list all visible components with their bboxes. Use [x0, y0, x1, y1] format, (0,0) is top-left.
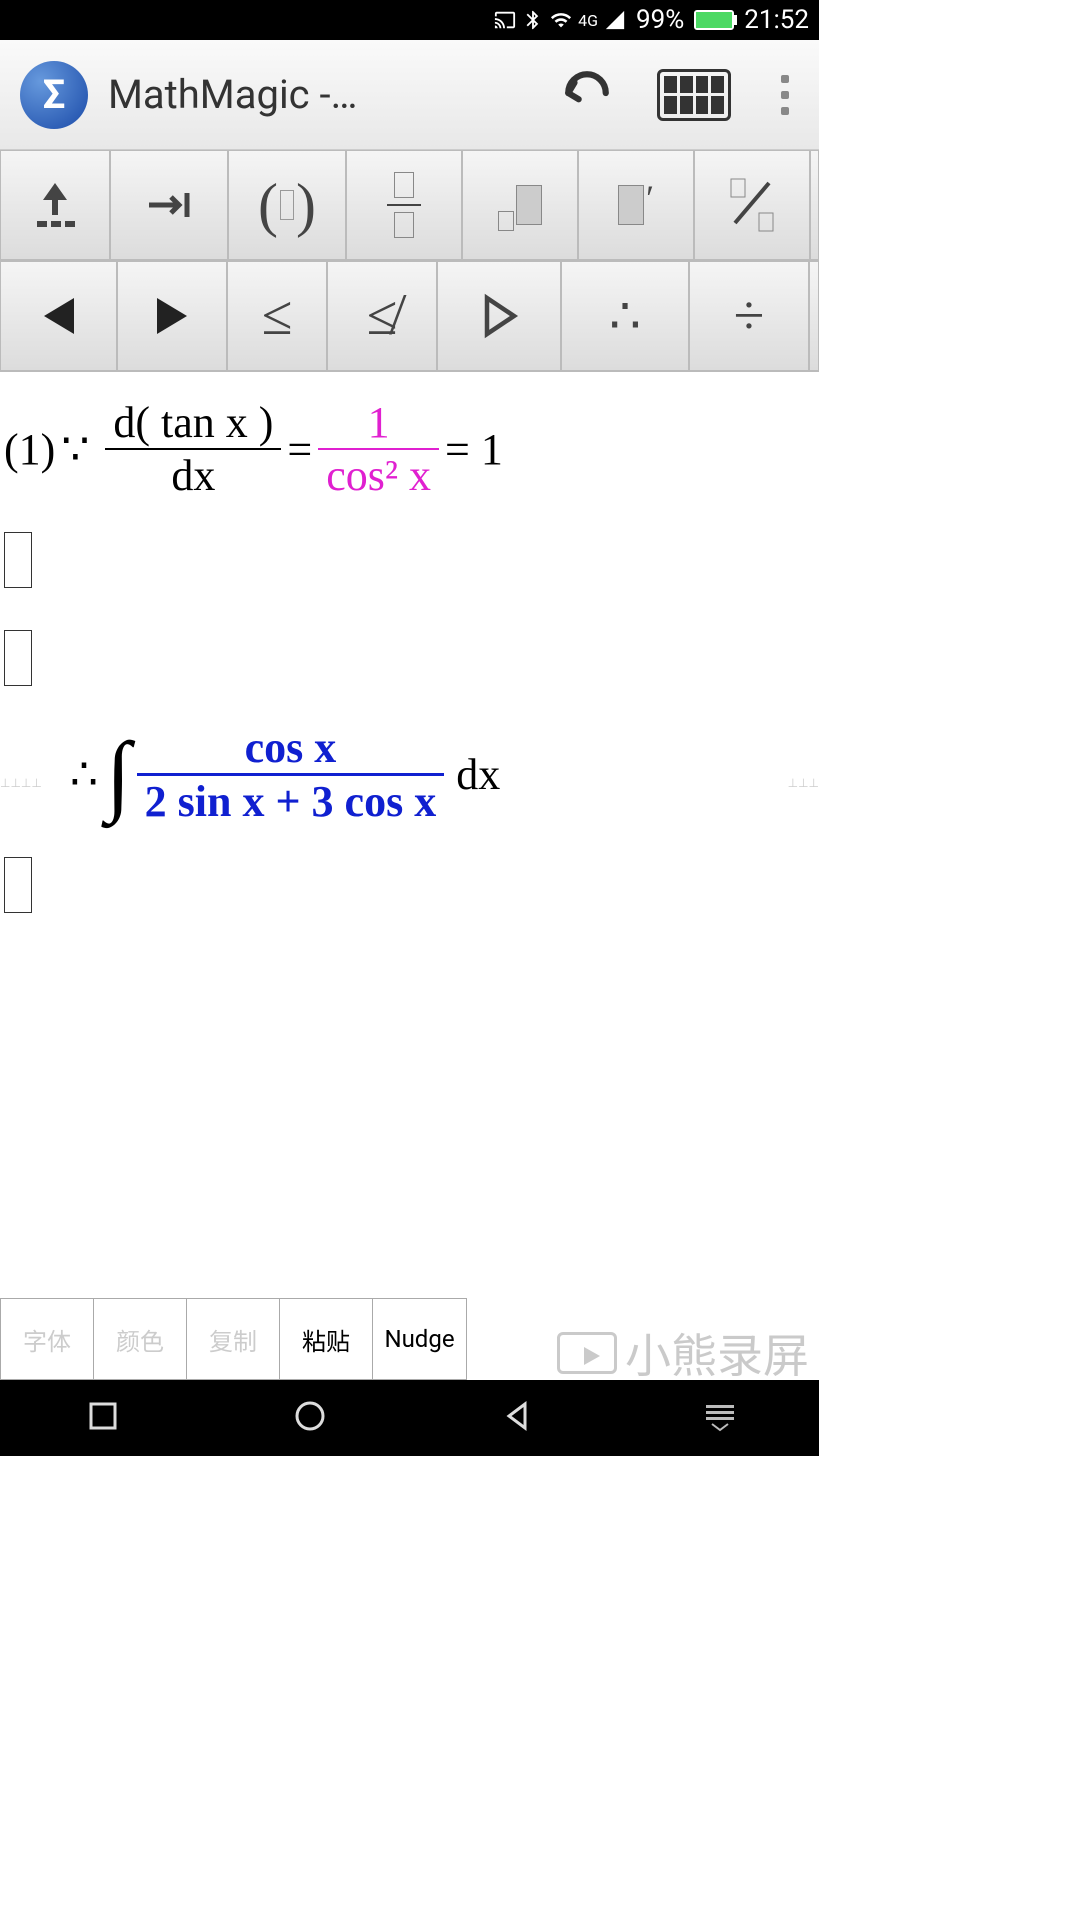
placeholder-box-3[interactable]: [4, 857, 32, 913]
integral-sign: ∫: [106, 723, 131, 826]
nav-home-button[interactable]: [292, 1398, 328, 1438]
eq1-fraction-1: d( tan x ) dx: [105, 397, 281, 501]
placeholder-box-1[interactable]: [4, 532, 32, 588]
nav-recents-button[interactable]: [85, 1398, 121, 1438]
app-bar: Σ MathMagic -…: [0, 40, 819, 150]
prime-button[interactable]: ′: [578, 150, 694, 260]
keyboard-button[interactable]: [657, 69, 731, 121]
fraction-button[interactable]: [346, 150, 462, 260]
bluetooth-icon: [522, 9, 544, 31]
nudge-button[interactable]: Nudge: [373, 1299, 466, 1379]
eq1-frac1-numerator: d( tan x ): [105, 397, 281, 448]
recorder-watermark: 小熊录屏: [557, 1320, 809, 1386]
next-button[interactable]: [117, 261, 227, 371]
battery-percent: 99%: [636, 5, 684, 35]
leq-button[interactable]: ≤: [227, 261, 327, 371]
equation-1: (1) ∵ d( tan x ) dx = 1 cos² x = 1: [0, 397, 819, 501]
open-triangle-button[interactable]: [437, 261, 561, 371]
placeholder-box-2[interactable]: [4, 630, 32, 686]
eq2-frac-numerator: cos x: [237, 722, 345, 773]
font-button: 字体: [1, 1299, 94, 1379]
toolbar-row-1: () ′: [0, 150, 819, 261]
parentheses-button[interactable]: (): [228, 150, 346, 260]
eq2-frac-denominator: 2 sin x + 3 cos x: [137, 776, 445, 827]
app-title: MathMagic -…: [108, 71, 557, 118]
equation-canvas[interactable]: (1) ∵ d( tan x ) dx = 1 cos² x = 1 ⊥⊥⊥⊥ …: [0, 372, 819, 1272]
battery-icon: [694, 10, 734, 30]
equation-2: ∴ ∫ cos x 2 sin x + 3 cos x dx: [0, 722, 819, 827]
overflow-menu-button[interactable]: [771, 75, 799, 115]
bottom-toolbar: 字体 颜色 复制 粘贴 Nudge: [0, 1298, 467, 1380]
nav-hide-button[interactable]: [706, 1405, 734, 1432]
therefore-button[interactable]: ∴: [561, 261, 689, 371]
app-logo: Σ: [20, 61, 88, 129]
equals-2: = 1: [445, 424, 503, 475]
nav-back-button[interactable]: [499, 1398, 535, 1438]
eq2-fraction: cos x 2 sin x + 3 cos x: [137, 722, 445, 827]
signal-icon: [604, 9, 626, 31]
tab-button[interactable]: [110, 150, 228, 260]
recorder-icon: [557, 1332, 617, 1374]
undo-button[interactable]: [557, 68, 617, 122]
not-leq-button[interactable]: ≰: [327, 261, 437, 371]
android-nav-bar: [0, 1380, 819, 1456]
toolbar-row-2: ≤ ≰ ∴ ÷: [0, 261, 819, 372]
equals-1: =: [287, 424, 312, 475]
shift-up-button[interactable]: [0, 150, 110, 260]
watermark-text: 小熊录屏: [625, 1320, 809, 1386]
status-icons: 4G: [494, 9, 626, 31]
toolbar-overflow-1[interactable]: [810, 150, 819, 260]
paste-button[interactable]: 粘贴: [280, 1299, 373, 1379]
status-bar: 4G 99% 21:52: [0, 0, 819, 40]
prev-button[interactable]: [0, 261, 117, 371]
eq1-frac2-numerator: 1: [360, 397, 398, 448]
subscript-left-button[interactable]: [462, 150, 578, 260]
color-button: 颜色: [94, 1299, 187, 1379]
eq2-dx: dx: [456, 749, 500, 800]
math-toolbar: () ′ ≤ ≰ ∴ ÷: [0, 150, 819, 372]
eq1-number: (1): [4, 424, 55, 475]
divide-button[interactable]: ÷: [689, 261, 809, 371]
clock-time: 21:52: [744, 5, 809, 35]
eq1-fraction-2: 1 cos² x: [318, 397, 439, 501]
because-symbol: ∵: [61, 424, 89, 475]
therefore-symbol: ∴: [70, 749, 98, 800]
cast-icon: [494, 9, 516, 31]
slash-fraction-button[interactable]: [694, 150, 810, 260]
eq1-frac1-denominator: dx: [163, 450, 223, 501]
wifi-icon: [550, 9, 572, 31]
copy-button: 复制: [187, 1299, 280, 1379]
eq1-frac2-denominator: cos² x: [318, 450, 439, 501]
toolbar-overflow-2[interactable]: [809, 261, 819, 371]
network-type: 4G: [578, 11, 598, 30]
